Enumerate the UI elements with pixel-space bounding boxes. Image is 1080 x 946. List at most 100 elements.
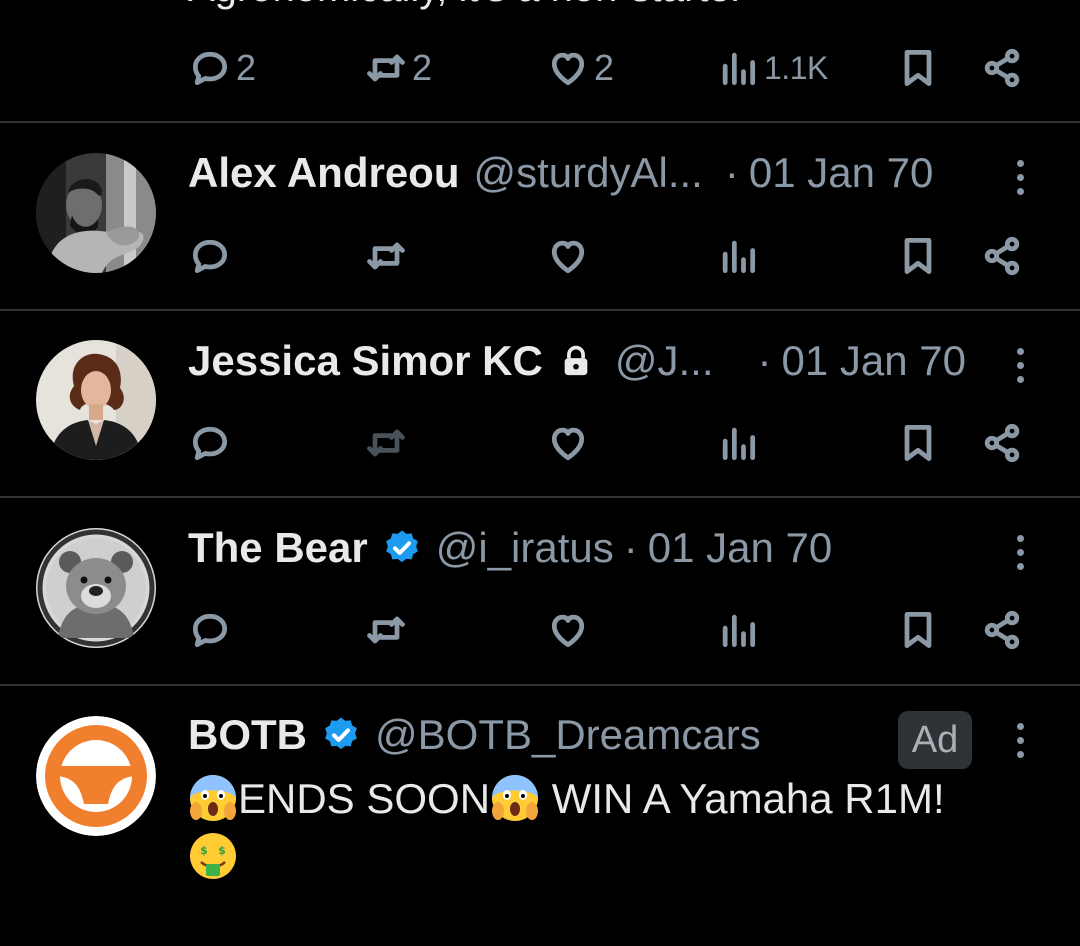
heart-icon	[551, 52, 585, 86]
reply-icon	[192, 239, 228, 274]
display-name[interactable]: Jessica Simor KC	[188, 337, 543, 385]
more-options-button[interactable]	[1004, 335, 1036, 395]
lock-icon	[564, 345, 588, 376]
more-options-button[interactable]	[1004, 522, 1036, 582]
tweet-actions	[188, 600, 1038, 660]
bookmark-icon	[904, 50, 932, 86]
share-icon	[984, 236, 1020, 276]
bookmark-icon	[904, 612, 932, 648]
views-button[interactable]	[716, 600, 760, 660]
tweet-text-snippet: Agronomically, it's a non-starter	[188, 0, 744, 11]
analytics-icon	[722, 240, 756, 274]
ad-text-part-1: ENDS SOON	[238, 775, 491, 822]
ad-badge: Ad	[898, 711, 972, 769]
bookmark-button[interactable]	[896, 600, 940, 660]
retweet-button-disabled	[364, 413, 408, 473]
divider	[0, 496, 1080, 498]
heart-icon	[551, 614, 585, 648]
tweet-actions	[188, 413, 1038, 473]
ad-text-part-2: WIN A Yamaha R1M!	[540, 775, 945, 822]
more-options-button[interactable]	[1004, 147, 1036, 207]
share-icon	[984, 423, 1020, 463]
tweet-date[interactable]: 01 Jan 70	[782, 337, 967, 385]
heart-icon	[551, 427, 585, 461]
display-name[interactable]: BOTB	[188, 711, 307, 759]
retweet-count: 2	[412, 47, 432, 88]
display-name[interactable]: The Bear	[188, 524, 368, 572]
share-icon	[984, 610, 1020, 650]
bookmark-icon	[904, 238, 932, 274]
ad-text[interactable]: ENDS SOON WIN A Yamaha R1M! $ $	[188, 770, 1008, 886]
separator-dot: ·	[623, 524, 638, 571]
analytics-icon	[722, 427, 756, 461]
reply-button[interactable]	[188, 226, 232, 286]
separator-dot: ·	[757, 337, 772, 384]
tweet-actions: 2 2 2 1.1K	[188, 38, 1038, 98]
like-button[interactable]	[546, 413, 590, 473]
reply-button[interactable]	[188, 413, 232, 473]
avatar[interactable]	[36, 528, 156, 648]
like-button[interactable]	[546, 226, 590, 286]
retweet-button[interactable]: 2	[364, 38, 432, 98]
retweet-icon	[367, 616, 405, 644]
verified-badge-icon	[325, 717, 357, 750]
heart-icon	[551, 240, 585, 274]
share-button[interactable]	[980, 38, 1024, 98]
man-with-beard-photo	[36, 153, 156, 273]
analytics-icon	[722, 614, 756, 648]
retweet-icon	[367, 242, 405, 270]
money-mouth-face-emoji-icon: $ $	[190, 833, 236, 879]
share-button[interactable]	[980, 226, 1024, 286]
tweet-header: Jessica Simor KC @J... · 01 Jan 70	[188, 331, 966, 391]
views-count: 1.1K	[764, 49, 828, 86]
share-button[interactable]	[980, 413, 1024, 473]
retweet-button[interactable]	[364, 600, 408, 660]
retweet-button[interactable]	[364, 226, 408, 286]
analytics-icon	[722, 52, 756, 86]
tweet-actions	[188, 226, 1038, 286]
tweet-header: The Bear @i_iratus · 01 Jan 70	[188, 518, 832, 578]
reply-count: 2	[236, 47, 256, 88]
user-handle[interactable]: @sturdyAl...	[473, 149, 702, 197]
bear-illustration	[36, 528, 156, 648]
reply-button[interactable]	[188, 600, 232, 660]
reply-icon	[192, 613, 228, 648]
views-button[interactable]	[716, 226, 760, 286]
screaming-face-emoji-icon	[492, 775, 539, 821]
user-handle[interactable]: @BOTB_Dreamcars	[375, 711, 761, 759]
like-button[interactable]: 2	[546, 38, 614, 98]
share-button[interactable]	[980, 600, 1024, 660]
reply-icon	[192, 426, 228, 461]
divider	[0, 309, 1080, 311]
avatar[interactable]	[36, 153, 156, 273]
retweet-icon	[367, 429, 405, 457]
divider	[0, 684, 1080, 686]
like-count: 2	[594, 47, 614, 88]
tweet-header: Alex Andreou @sturdyAl... · 01 Jan 70	[188, 143, 933, 203]
user-handle[interactable]: @i_iratus	[436, 524, 614, 572]
steering-wheel-logo	[36, 716, 156, 836]
bookmark-button[interactable]	[896, 226, 940, 286]
avatar[interactable]	[36, 716, 156, 836]
divider	[0, 121, 1080, 123]
bookmark-button[interactable]	[896, 38, 940, 98]
verified-badge-icon	[385, 530, 418, 563]
reply-button[interactable]: 2	[188, 38, 256, 98]
svg-text:$: $	[218, 844, 226, 857]
tweet-date[interactable]: 01 Jan 70	[648, 524, 833, 572]
user-handle[interactable]: @J...	[615, 337, 714, 385]
views-button[interactable]	[716, 413, 760, 473]
more-options-button[interactable]	[1004, 710, 1036, 770]
tweet-header: BOTB @BOTB_Dreamcars	[188, 705, 761, 765]
views-button[interactable]: 1.1K	[716, 38, 828, 98]
share-icon	[984, 48, 1020, 88]
woman-portrait-photo	[36, 340, 156, 460]
screaming-face-emoji-icon	[190, 775, 236, 821]
avatar[interactable]	[36, 340, 156, 460]
separator-dot: ·	[724, 149, 739, 196]
display-name[interactable]: Alex Andreou	[188, 149, 459, 197]
svg-text:$: $	[200, 844, 208, 857]
tweet-date[interactable]: 01 Jan 70	[749, 149, 934, 197]
bookmark-button[interactable]	[896, 413, 940, 473]
like-button[interactable]	[546, 600, 590, 660]
